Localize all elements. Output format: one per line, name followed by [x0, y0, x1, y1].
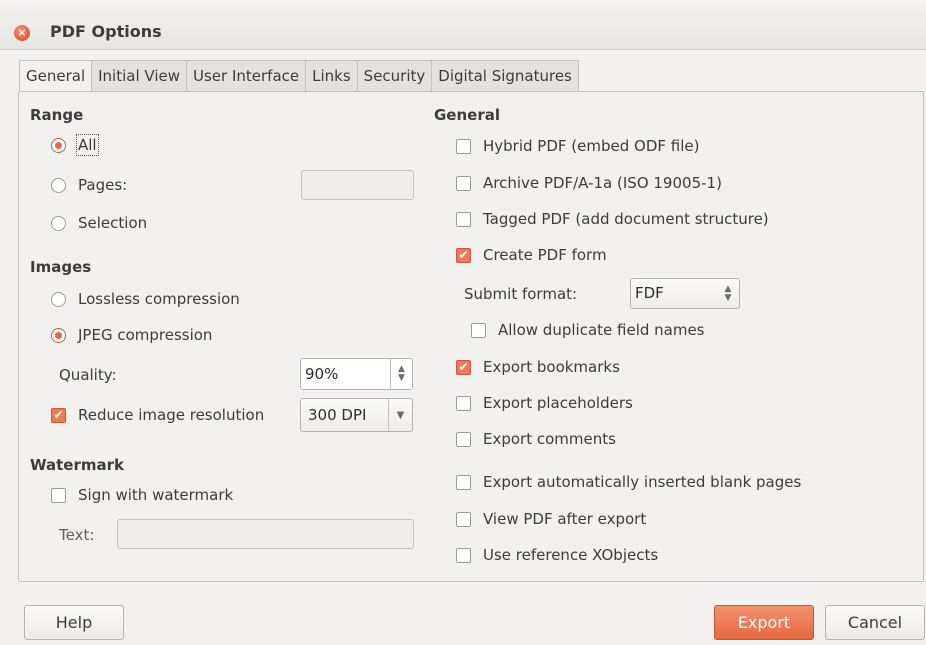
create-form-checkbox[interactable]: ✔: [456, 247, 471, 263]
close-icon[interactable]: ×: [14, 25, 30, 41]
watermark-text-input[interactable]: [117, 519, 414, 549]
archive-pdf-label: Archive PDF/A-1a (ISO 19005-1): [483, 174, 722, 192]
allow-duplicate-label: Allow duplicate field names: [498, 321, 705, 339]
export-comments-label: Export comments: [483, 430, 616, 448]
resolution-dropdown[interactable]: 300 DPI ▼: [300, 398, 413, 432]
submit-format-row: Submit format:: [464, 283, 577, 305]
export-button[interactable]: Export: [714, 605, 814, 640]
archive-pdf-option[interactable]: Archive PDF/A-1a (ISO 19005-1): [456, 172, 722, 194]
lossless-label: Lossless compression: [78, 290, 240, 308]
quality-label-row: Quality:: [59, 364, 117, 386]
export-placeholders-option[interactable]: Export placeholders: [456, 392, 633, 414]
images-title: Images: [30, 258, 92, 276]
tab-bar: General Initial View User Interface Link…: [19, 60, 579, 93]
jpeg-label: JPEG compression: [78, 326, 213, 344]
export-placeholders-checkbox[interactable]: [456, 395, 471, 411]
tagged-pdf-option[interactable]: Tagged PDF (add document structure): [456, 208, 769, 230]
window-title: PDF Options: [50, 22, 162, 41]
watermark-text-row: Text:: [59, 524, 94, 546]
tagged-pdf-label: Tagged PDF (add document structure): [483, 210, 769, 228]
view-after-export-checkbox[interactable]: [456, 511, 471, 527]
submit-format-value: FDF: [635, 284, 664, 302]
tab-general[interactable]: General: [19, 60, 93, 93]
allow-duplicate-option[interactable]: Allow duplicate field names: [471, 319, 705, 341]
reference-xobjects-label: Use reference XObjects: [483, 546, 659, 564]
tab-links[interactable]: Links: [306, 60, 358, 92]
reduce-resolution-option[interactable]: ✔ Reduce image resolution: [51, 404, 264, 426]
updown-arrows-icon[interactable]: ▲ ▼: [717, 279, 739, 308]
export-bookmarks-option[interactable]: ✔ Export bookmarks: [456, 356, 620, 378]
tab-user-interface[interactable]: User Interface: [187, 60, 307, 92]
reference-xobjects-checkbox[interactable]: [456, 547, 471, 563]
export-blank-pages-checkbox[interactable]: [456, 474, 471, 490]
hybrid-pdf-checkbox[interactable]: [456, 138, 471, 154]
watermark-title: Watermark: [30, 456, 124, 474]
export-blank-pages-option[interactable]: Export automatically inserted blank page…: [456, 471, 801, 493]
hybrid-pdf-option[interactable]: Hybrid PDF (embed ODF file): [456, 135, 699, 157]
sign-watermark-option[interactable]: Sign with watermark: [51, 484, 233, 506]
range-selection-label: Selection: [78, 214, 148, 232]
quality-value[interactable]: 90%: [301, 359, 390, 389]
range-title: Range: [30, 106, 84, 124]
lossless-option[interactable]: Lossless compression: [51, 288, 240, 310]
archive-pdf-checkbox[interactable]: [456, 175, 471, 191]
export-bookmarks-label: Export bookmarks: [483, 358, 620, 376]
title-bar: × PDF Options: [0, 0, 926, 50]
submit-format-label: Submit format:: [464, 285, 578, 303]
quality-spinner[interactable]: 90% ▲ ▼: [300, 358, 413, 390]
submit-format-dropdown[interactable]: FDF ▲ ▼: [630, 278, 740, 309]
export-bookmarks-checkbox[interactable]: ✔: [456, 359, 471, 375]
export-comments-checkbox[interactable]: [456, 431, 471, 447]
range-selection-option[interactable]: Selection: [51, 212, 147, 234]
reduce-resolution-label: Reduce image resolution: [78, 406, 265, 424]
range-all-option[interactable]: All: [51, 134, 99, 156]
radio-lossless[interactable]: [51, 291, 66, 307]
allow-duplicate-checkbox[interactable]: [471, 322, 486, 338]
radio-pages[interactable]: [51, 177, 66, 193]
radio-jpeg[interactable]: [51, 327, 66, 343]
tab-security[interactable]: Security: [357, 60, 433, 92]
tab-digital-signatures[interactable]: Digital Signatures: [432, 60, 579, 92]
view-after-export-option[interactable]: View PDF after export: [456, 508, 646, 530]
cancel-button[interactable]: Cancel: [825, 605, 925, 640]
help-button[interactable]: Help: [24, 605, 124, 640]
reduce-resolution-checkbox[interactable]: ✔: [51, 407, 66, 423]
export-comments-option[interactable]: Export comments: [456, 428, 616, 450]
watermark-text-label: Text:: [59, 526, 95, 544]
quality-label: Quality:: [59, 366, 117, 384]
hybrid-pdf-label: Hybrid PDF (embed ODF file): [483, 137, 700, 155]
pages-input[interactable]: [301, 170, 414, 200]
view-after-export-label: View PDF after export: [483, 510, 647, 528]
tab-initial-view[interactable]: Initial View: [92, 60, 187, 92]
general-title: General: [434, 106, 500, 124]
tagged-pdf-checkbox[interactable]: [456, 211, 471, 227]
create-form-option[interactable]: ✔ Create PDF form: [456, 244, 607, 266]
range-pages-label: Pages:: [78, 176, 128, 194]
radio-all[interactable]: [51, 137, 66, 153]
range-pages-option[interactable]: Pages:: [51, 174, 127, 196]
sign-watermark-label: Sign with watermark: [78, 486, 234, 504]
export-blank-pages-label: Export automatically inserted blank page…: [483, 473, 802, 491]
reference-xobjects-option[interactable]: Use reference XObjects: [456, 544, 658, 566]
sign-watermark-checkbox[interactable]: [51, 487, 66, 503]
create-form-label: Create PDF form: [483, 246, 607, 264]
resolution-value: 300 DPI: [308, 406, 367, 424]
chevron-down-icon[interactable]: ▼: [388, 399, 412, 431]
range-all-label: All: [76, 134, 99, 156]
spinner-arrows-icon[interactable]: ▲ ▼: [390, 359, 412, 389]
export-placeholders-label: Export placeholders: [483, 394, 633, 412]
radio-selection[interactable]: [51, 215, 66, 231]
jpeg-option[interactable]: JPEG compression: [51, 324, 212, 346]
